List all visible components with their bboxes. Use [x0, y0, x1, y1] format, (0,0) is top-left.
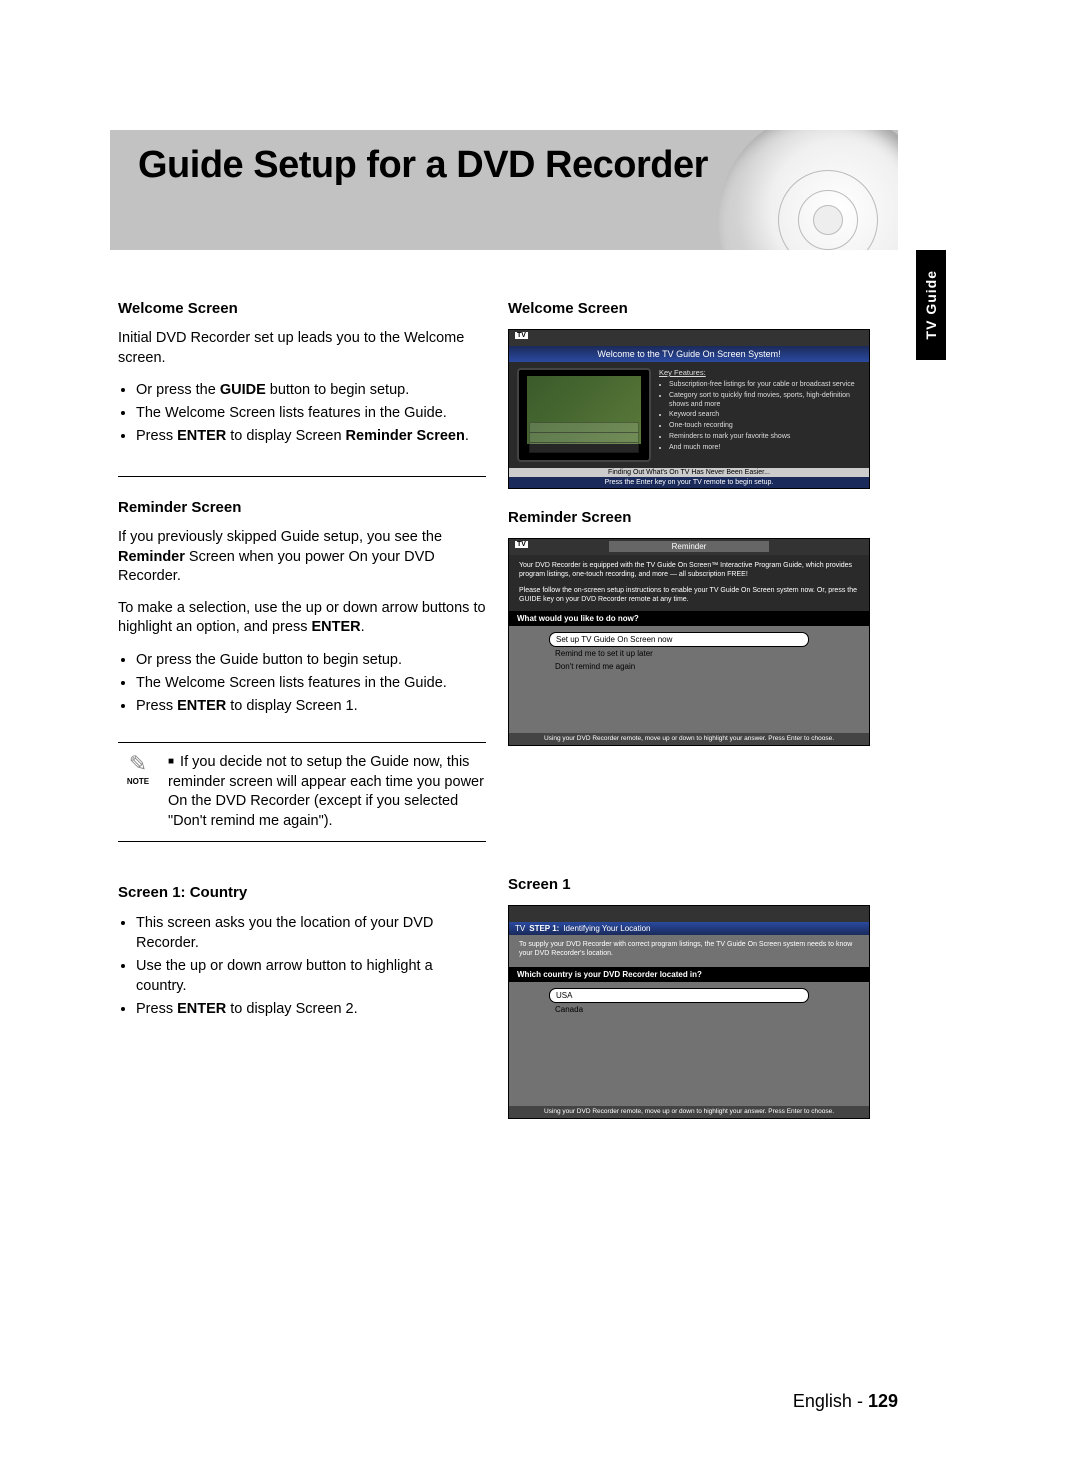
reminder-shot-heading: Reminder Screen: [508, 509, 878, 526]
note-box: ✎ NOTE ■If you decide not to setup the G…: [118, 742, 486, 842]
reminder-p2: To make a selection, use the up or down …: [118, 599, 486, 638]
kf-item: One-touch recording: [669, 422, 861, 431]
kf-item: Reminders to mark your favorite shows: [669, 433, 861, 442]
screenshot-header: [509, 906, 869, 922]
welcome-foot-2: Press the Enter key on your TV remote to…: [509, 477, 869, 488]
page-banner: Guide Setup for a DVD Recorder: [110, 130, 898, 250]
screen1-shot-heading: Screen 1: [508, 876, 878, 893]
country-option[interactable]: Canada: [549, 1003, 809, 1016]
kf-item: And much more!: [669, 444, 861, 453]
reminder-option-selected[interactable]: Set up TV Guide On Screen now: [549, 632, 809, 647]
tv-preview-icon: [517, 368, 651, 462]
welcome-shot-heading: Welcome Screen: [508, 300, 878, 317]
screen1-screenshot: TV STEP 1: Identifying Your Location To …: [508, 905, 870, 1119]
welcome-bullet-3: Press ENTER to display Screen Reminder S…: [136, 426, 486, 446]
step-title: Identifying Your Location: [563, 924, 650, 933]
reminder-option[interactable]: Remind me to set it up later: [549, 647, 809, 660]
screen1-bullets: This screen asks you the location of you…: [118, 913, 486, 1019]
disc-graphic: [718, 130, 898, 250]
tvguide-logo-icon: TV: [515, 924, 525, 933]
reminder-text-2: Please follow the on-screen setup instru…: [519, 586, 859, 605]
welcome-banner-text: Welcome to the TV Guide On Screen System…: [509, 346, 869, 362]
section-tab-label: TV Guide: [923, 270, 939, 339]
screen1-body: To supply your DVD Recorder with correct…: [509, 935, 869, 1118]
welcome-bullets: Or press the GUIDE button to begin setup…: [118, 380, 486, 446]
manual-page: Guide Setup for a DVD Recorder TV Guide …: [0, 0, 1080, 1482]
screen1-intro: To supply your DVD Recorder with correct…: [509, 935, 869, 963]
reminder-title: Reminder: [609, 541, 769, 552]
screen1-options: USA Canada: [509, 982, 869, 1106]
welcome-intro: Initial DVD Recorder set up leads you to…: [118, 329, 486, 368]
welcome-foot-1: Finding Out What's On TV Has Never Been …: [509, 468, 869, 477]
reminder-bullet-1: Or press the Guide button to begin setup…: [136, 650, 486, 670]
screenshot-header: TV Reminder: [509, 539, 869, 555]
screen1-heading: Screen 1: Country: [118, 884, 486, 901]
note-text: ■If you decide not to setup the Guide no…: [168, 753, 486, 831]
reminder-bullet-2: The Welcome Screen lists features in the…: [136, 673, 486, 693]
country-option-selected[interactable]: USA: [549, 988, 809, 1003]
page-footer: English - 129: [793, 1391, 898, 1412]
reminder-footer: Using your DVD Recorder remote, move up …: [509, 733, 869, 745]
footer-lang: English -: [793, 1391, 868, 1411]
kf-item: Keyword search: [669, 411, 861, 420]
reminder-bullets: Or press the Guide button to begin setup…: [118, 650, 486, 716]
screen1-bullet-2: Use the up or down arrow button to highl…: [136, 956, 486, 996]
reminder-section: Reminder Screen If you previously skippe…: [118, 499, 486, 716]
reminder-options: Set up TV Guide On Screen now Remind me …: [509, 626, 869, 733]
welcome-screenshot: TV Welcome to the TV Guide On Screen Sys…: [508, 329, 870, 489]
key-features: Key Features: Subscription-free listings…: [659, 368, 861, 462]
kf-item: Subscription-free listings for your cabl…: [669, 381, 861, 390]
section-tab: TV Guide: [916, 250, 946, 360]
screen1-bullet-1: This screen asks you the location of you…: [136, 913, 486, 953]
screen1-section: Screen 1: Country This screen asks you t…: [118, 884, 486, 1019]
screenshot-header: TV: [509, 330, 869, 346]
kf-item: Category sort to quickly find movies, sp…: [669, 392, 861, 410]
reminder-p1: If you previously skipped Guide setup, y…: [118, 528, 486, 587]
reminder-option[interactable]: Don't remind me again: [549, 660, 809, 673]
reminder-screenshot: TV Reminder Your DVD Recorder is equippe…: [508, 538, 870, 746]
right-column: Welcome Screen TV Welcome to the TV Guid…: [508, 300, 878, 1123]
key-features-list: Subscription-free listings for your cabl…: [659, 381, 861, 452]
screen1-bullet-3: Press ENTER to display Screen 2.: [136, 999, 486, 1019]
screen1-footer: Using your DVD Recorder remote, move up …: [509, 1106, 869, 1118]
reminder-body: Your DVD Recorder is equipped with the T…: [509, 555, 869, 607]
welcome-section: Welcome Screen Initial DVD Recorder set …: [118, 300, 486, 446]
left-column: Welcome Screen Initial DVD Recorder set …: [118, 300, 486, 1031]
page-number: 129: [868, 1391, 898, 1411]
key-features-title: Key Features:: [659, 368, 861, 377]
reminder-heading: Reminder Screen: [118, 499, 486, 516]
reminder-question: What would you like to do now?: [509, 611, 869, 626]
welcome-bullet-2: The Welcome Screen lists features in the…: [136, 403, 486, 423]
tvguide-logo-icon: TV: [515, 541, 528, 548]
step-bar: TV STEP 1: Identifying Your Location: [509, 922, 869, 935]
page-title: Guide Setup for a DVD Recorder: [138, 144, 708, 187]
step-label: STEP 1:: [529, 924, 559, 933]
screen1-question: Which country is your DVD Recorder locat…: [509, 967, 869, 982]
divider: [118, 476, 486, 477]
reminder-bullet-3: Press ENTER to display Screen 1.: [136, 696, 486, 716]
reminder-text-1: Your DVD Recorder is equipped with the T…: [519, 561, 859, 580]
welcome-bullet-1: Or press the GUIDE button to begin setup…: [136, 380, 486, 400]
tvguide-logo-icon: TV: [515, 332, 528, 339]
welcome-heading: Welcome Screen: [118, 300, 486, 317]
welcome-body: Key Features: Subscription-free listings…: [509, 362, 869, 468]
note-icon: ✎ NOTE: [118, 753, 158, 831]
